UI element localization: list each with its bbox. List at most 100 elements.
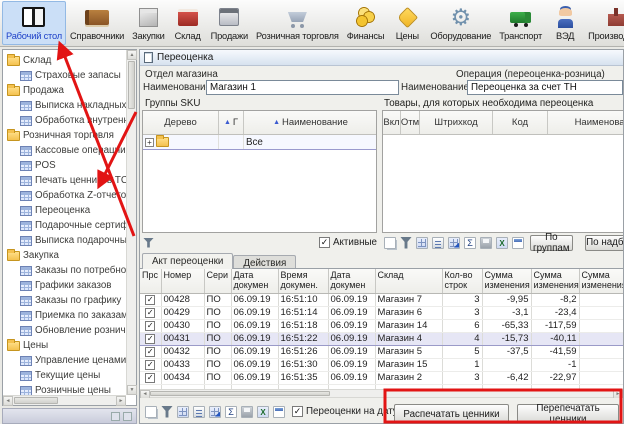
sidebar-group[interactable]: Продажа <box>3 83 126 98</box>
list-icon[interactable] <box>193 406 205 418</box>
table-row[interactable]: 00430ПО06.09.1916:51:1806.09.19Магазин 1… <box>140 319 623 332</box>
table-row[interactable]: 00432ПО06.09.1916:51:2606.09.19Магазин 5… <box>140 345 623 358</box>
filter-icon[interactable] <box>143 238 154 248</box>
reprint-price-tags-button[interactable]: Перепечатать ценники <box>517 404 619 424</box>
sidebar-group[interactable]: Цены <box>3 338 126 353</box>
printer-icon[interactable] <box>241 406 253 418</box>
sidebar-item[interactable]: Заказы по потребностям <box>3 263 126 278</box>
column-header[interactable]: Время докумен. <box>278 269 328 293</box>
operation-name-input[interactable] <box>467 80 623 95</box>
row-checkbox[interactable] <box>145 373 155 383</box>
scroll-up-icon[interactable]: ▲ <box>127 50 137 60</box>
column-header[interactable]: Код <box>493 111 548 134</box>
row-checkbox[interactable] <box>145 308 155 318</box>
toolbar-item-truck[interactable]: Транспорт <box>495 1 546 45</box>
table-row[interactable]: 00428ПО06.09.1916:51:1006.09.19Магазин 7… <box>140 293 623 306</box>
report-icon[interactable] <box>273 406 285 418</box>
filter-icon[interactable] <box>400 237 412 249</box>
tab-actions[interactable]: Действия <box>233 255 296 269</box>
sidebar-item[interactable]: Переоценка <box>3 203 126 218</box>
column-header[interactable]: Вкл <box>383 111 401 134</box>
toolbar-item-red-books[interactable]: Склад <box>169 1 207 45</box>
sidebar-item[interactable]: POS <box>3 158 126 173</box>
sidebar-vertical-scrollbar[interactable]: ▲ ▼ <box>126 50 136 395</box>
sidebar-item[interactable]: Кассовые операции <box>3 143 126 158</box>
sidebar-item[interactable]: Обработка Z-отчетов <box>3 188 126 203</box>
sidebar-item[interactable]: Обновление розничных ц <box>3 323 126 338</box>
sidebar-item[interactable]: Заказы по графику <box>3 293 126 308</box>
by-markup-button[interactable]: По надб <box>585 235 624 251</box>
column-header[interactable]: ▲Наименование <box>244 111 377 134</box>
scrollbar-thumb[interactable] <box>150 391 330 396</box>
sum-icon[interactable]: Σ <box>225 406 237 418</box>
row-checkbox-cell[interactable] <box>140 293 161 306</box>
sidebar-item[interactable]: Выписка подарочных сер <box>3 233 126 248</box>
grid-icon[interactable] <box>177 406 189 418</box>
row-checkbox-cell[interactable] <box>140 371 161 384</box>
column-header[interactable]: Дата докумен <box>328 269 375 293</box>
sidebar-item[interactable]: Страховые запасы <box>3 68 126 83</box>
toolbar-item-gear[interactable]: Оборудование <box>426 1 495 45</box>
row-checkbox-cell[interactable] <box>140 358 161 371</box>
toolbar-item-factory[interactable]: Производство <box>584 1 624 45</box>
scroll-right-icon[interactable]: ► <box>116 396 126 406</box>
panel-close-icon[interactable] <box>123 412 132 421</box>
copy-icon[interactable] <box>145 406 157 418</box>
panel-button-icon[interactable] <box>111 412 120 421</box>
row-checkbox-cell[interactable] <box>140 332 161 345</box>
column-header[interactable]: Дата докумен <box>231 269 278 293</box>
sidebar-group[interactable]: Закупка <box>3 248 126 263</box>
sidebar-horizontal-scrollbar[interactable]: ◄ ► <box>3 395 126 405</box>
column-header[interactable]: Отм <box>401 111 420 134</box>
toolbar-item-coins[interactable]: Финансы <box>343 1 389 45</box>
toolbar-item-desktop[interactable]: Рабочий стол <box>2 1 66 45</box>
table-row[interactable]: 00431ПО06.09.1916:51:2206.09.19Магазин 4… <box>140 332 623 345</box>
row-checkbox[interactable] <box>145 295 155 305</box>
row-checkbox-cell[interactable] <box>140 319 161 332</box>
expand-icon[interactable]: + <box>145 138 154 147</box>
filter-icon[interactable] <box>161 406 173 418</box>
table-row[interactable]: 00433ПО06.09.1916:51:3006.09.19Магазин 1… <box>140 358 623 371</box>
scroll-down-icon[interactable]: ▼ <box>127 385 137 395</box>
toolbar-item-box[interactable]: Закупки <box>128 1 169 45</box>
list-icon[interactable] <box>432 237 444 249</box>
revaluations-on-date-checkbox[interactable] <box>292 406 303 417</box>
dept-name-input[interactable] <box>206 80 399 95</box>
row-checkbox-cell[interactable] <box>140 306 161 319</box>
row-checkbox-cell[interactable] <box>140 345 161 358</box>
column-header[interactable]: ▲Г <box>219 111 244 134</box>
copy-icon[interactable] <box>384 237 396 249</box>
sidebar-group[interactable]: Розничная торговля <box>3 128 126 143</box>
column-header[interactable]: Наименование <box>548 111 624 134</box>
table-arrow-icon[interactable] <box>209 406 221 418</box>
scrollbar-thumb[interactable] <box>128 61 135 109</box>
sidebar-item[interactable]: Обработка внутренних за <box>3 113 126 128</box>
table-row[interactable]: 00434ПО06.09.1916:51:3506.09.19Магазин 2… <box>140 371 623 384</box>
grid-icon[interactable] <box>416 237 428 249</box>
toolbar-item-price-tag[interactable]: Цены <box>388 1 426 45</box>
column-header[interactable]: Сери <box>204 269 231 293</box>
sidebar-item[interactable]: Графики заказов <box>3 278 126 293</box>
column-header[interactable]: Номер <box>161 269 204 293</box>
toolbar-item-cash-register[interactable]: Продажи <box>207 1 252 45</box>
print-price-tags-button[interactable]: Распечатать ценники <box>394 404 509 424</box>
sidebar-item[interactable]: Выписка накладных <box>3 98 126 113</box>
toolbar-item-customs[interactable]: ВЭД <box>546 1 584 45</box>
table-arrow-icon[interactable] <box>448 237 460 249</box>
row-checkbox[interactable] <box>145 347 155 357</box>
by-groups-button[interactable]: По группам <box>530 235 573 251</box>
column-header[interactable]: Склад <box>375 269 442 293</box>
row-checkbox[interactable] <box>145 321 155 331</box>
column-header[interactable]: Кол-во строк <box>442 269 482 293</box>
sidebar-item[interactable]: Управление ценами <box>3 353 126 368</box>
column-header[interactable]: Дерево <box>143 111 219 134</box>
column-header[interactable]: Сумма изменения <box>482 269 531 293</box>
excel-icon[interactable]: X <box>496 237 508 249</box>
toolbar-item-book[interactable]: Справочники <box>66 1 128 45</box>
toolbar-item-cart[interactable]: Розничная торговля <box>252 1 343 45</box>
sku-table-row[interactable]: + Все <box>143 135 376 150</box>
table-row[interactable]: 00429ПО06.09.1916:51:1406.09.19Магазин 6… <box>140 306 623 319</box>
sidebar-item[interactable]: Текущие цены <box>3 368 126 383</box>
column-header[interactable]: Сумма изменения <box>579 269 623 293</box>
column-header[interactable]: Сумма изменения <box>531 269 579 293</box>
